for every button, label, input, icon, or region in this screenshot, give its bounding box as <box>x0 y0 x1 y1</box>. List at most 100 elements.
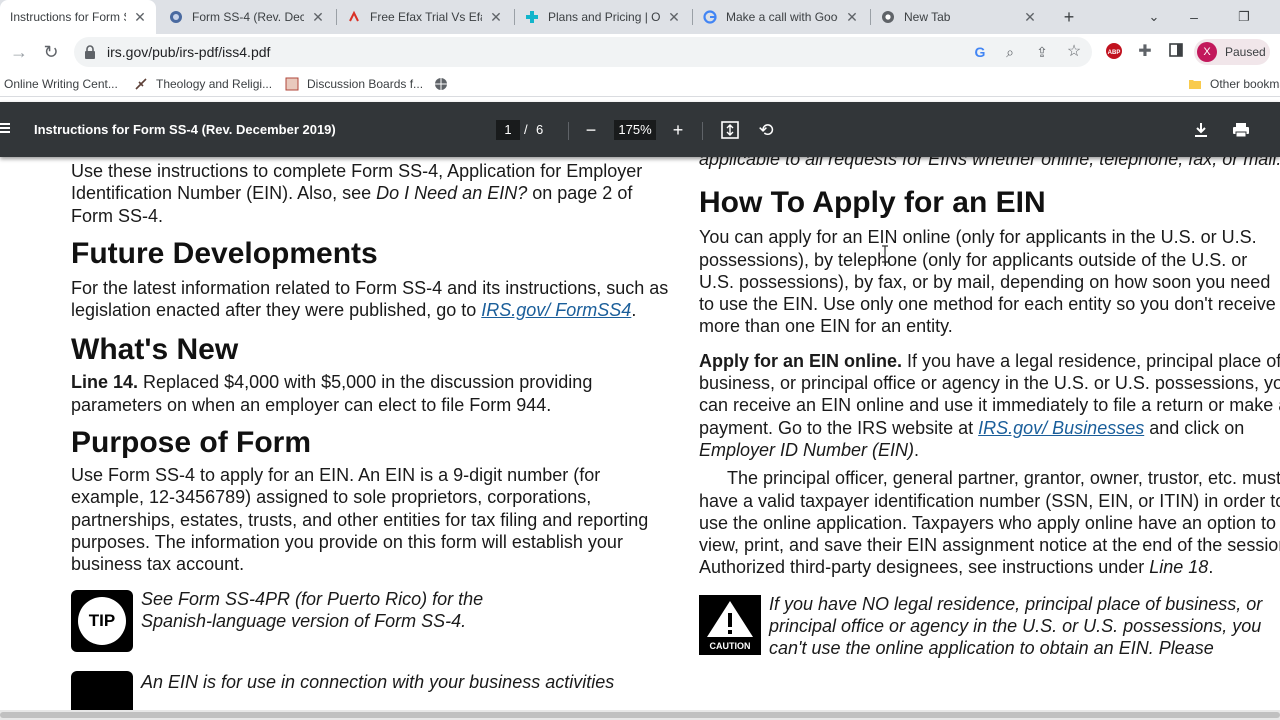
caution-text: If you have NO legal residence, principa… <box>769 593 1263 659</box>
svg-text:ABP: ABP <box>1108 50 1121 56</box>
future-end: . <box>631 300 637 321</box>
side-panel-icon[interactable] <box>1166 42 1186 62</box>
back-arrow-icon[interactable]: → <box>6 39 32 65</box>
tab-separator <box>514 9 515 25</box>
tab-separator <box>692 9 693 25</box>
bookmark-discussion-boards[interactable]: Discussion Boards f... <box>285 75 423 93</box>
page-total: 6 <box>536 122 544 137</box>
scrollbar-thumb[interactable] <box>0 712 1280 718</box>
close-icon[interactable]: ✕ <box>310 9 326 25</box>
bookmark-label: Theology and Religi... <box>156 77 273 91</box>
share-icon[interactable]: ⇪ <box>1032 42 1052 62</box>
sidebar-menu-icon[interactable] <box>0 121 10 135</box>
reload-icon[interactable]: ↻ <box>38 39 64 65</box>
tab-title: Instructions for Form SS-4 <box>10 10 126 24</box>
tab-separator <box>870 9 871 25</box>
close-icon[interactable]: ✕ <box>488 9 504 25</box>
tab-google-call[interactable]: Make a call with Google ✕ <box>698 0 868 34</box>
zoom-out-icon[interactable]: − <box>578 117 604 143</box>
tip-block: TIP See Form SS-4PR (for Puerto Rico) fo… <box>71 588 671 652</box>
bookmark-online-writing[interactable]: Online Writing Cent... <box>4 75 118 93</box>
bookmark-theology[interactable]: Theology and Religi... <box>134 75 272 93</box>
tip-label: TIP <box>78 596 126 645</box>
browser-toolbar: → ↻ irs.gov/pub/irs-pdf/iss4.pdf G ⌕ ⇪ ☆… <box>0 34 1280 70</box>
google-icon <box>702 9 718 25</box>
tip-icon: TIP <box>71 589 133 652</box>
line-18-italic: Line 18 <box>1149 557 1209 578</box>
page-separator: / <box>524 122 528 137</box>
irs-businesses-link[interactable]: IRS.gov/ Businesses <box>978 418 1144 438</box>
apply-online-paragraph: Apply for an EIN online. If you have a l… <box>699 350 1280 461</box>
address-bar[interactable]: irs.gov/pub/irs-pdf/iss4.pdf G ⌕ ⇪ ☆ <box>74 37 1092 67</box>
line-14-label: Line 14. <box>71 372 139 393</box>
rotate-icon[interactable]: ⟲ <box>753 117 779 143</box>
efax-icon <box>346 9 362 25</box>
other-bookmarks[interactable]: Other bookmarks <box>1188 75 1280 93</box>
profile-button[interactable]: X Paused <box>1194 39 1270 65</box>
fit-to-page-icon[interactable] <box>717 117 743 143</box>
caution-block: CAUTION If you have NO legal residence, … <box>699 593 1280 663</box>
pdf-toolbar: Instructions for Form SS-4 (Rev. Decembe… <box>0 102 1280 157</box>
globe-icon <box>435 78 447 90</box>
more-options-icon[interactable]: ⋮ <box>1268 117 1280 143</box>
heading-whats-new: What's New <box>71 333 239 367</box>
zoom-icon[interactable]: ⌕ <box>1000 42 1020 62</box>
note-icon <box>71 670 133 710</box>
plus-icon <box>524 9 540 25</box>
tab-plans-pricing[interactable]: Plans and Pricing | Online ✕ <box>520 0 690 34</box>
whats-new-paragraph: Line 14. Replaced $4,000 with $5,000 in … <box>71 371 671 416</box>
profile-status: Paused <box>1225 45 1266 59</box>
heading-purpose-of-form: Purpose of Form <box>71 426 312 460</box>
right-column: applicable to all requests for EINs whet… <box>699 157 1280 663</box>
tab-strip: Instructions for Form SS-4 ✕ Form SS-4 (… <box>0 0 1280 34</box>
irs-formss4-link[interactable]: IRS.gov/ FormSS4 <box>481 300 631 320</box>
text-cursor-icon <box>882 245 888 263</box>
download-icon[interactable] <box>1188 117 1214 143</box>
heading-future-developments: Future Developments <box>71 236 378 270</box>
continued-paragraph: applicable to all requests for EINs whet… <box>699 157 1280 169</box>
tab-instructions-form-ss4[interactable]: Instructions for Form SS-4 ✕ <box>0 0 156 34</box>
bookmark-label: Online Writing Cent... <box>4 77 118 91</box>
close-icon[interactable]: ✕ <box>666 9 682 25</box>
warning-triangle-icon <box>707 600 753 637</box>
lock-icon <box>85 45 95 59</box>
tab-title: Free Efax Trial Vs Efax <box>370 10 482 24</box>
new-tab-plus-icon[interactable]: + <box>1057 5 1081 29</box>
bookmark-star-icon[interactable]: ☆ <box>1064 42 1084 62</box>
intro-italic: Do I Need an EIN? <box>376 183 528 204</box>
tip-text: See Form SS-4PR (for Puerto Rico) for th… <box>141 588 484 631</box>
tab-new-tab[interactable]: New Tab ✕ <box>876 0 1046 34</box>
url-text[interactable]: irs.gov/pub/irs-pdf/iss4.pdf <box>107 44 270 60</box>
other-bookmarks-label: Other bookmarks <box>1210 77 1280 91</box>
avatar: X <box>1197 42 1217 62</box>
board-icon <box>285 77 299 91</box>
page-number-input[interactable]: 1 <box>496 120 520 140</box>
tab-form-ss4[interactable]: Form SS-4 (Rev. December 2019) ✕ <box>164 0 334 34</box>
tab-search-chevron-icon[interactable]: ⌄ <box>1142 5 1166 29</box>
apply-online-end: . <box>914 439 920 460</box>
bookmark-globe[interactable] <box>434 75 456 93</box>
folder-icon <box>1189 80 1201 89</box>
bookmarks-bar: Online Writing Cent... Theology and Reli… <box>0 70 1280 97</box>
google-translate-icon[interactable]: G <box>970 42 990 62</box>
restore-icon[interactable]: ❐ <box>1232 5 1256 29</box>
irs-seal-icon <box>168 9 184 25</box>
print-icon[interactable] <box>1228 117 1254 143</box>
principal-officer-paragraph: The principal officer, general partner, … <box>699 467 1280 578</box>
close-icon[interactable]: ✕ <box>132 9 148 25</box>
apply-online-text2: and click on <box>1144 417 1245 438</box>
adblock-icon[interactable]: ABP <box>1104 42 1124 62</box>
officer-end: . <box>1208 557 1214 578</box>
heading-how-to-apply: How To Apply for an EIN <box>699 186 1046 220</box>
pdf-page: Use these instructions to complete Form … <box>0 157 1280 710</box>
close-icon[interactable]: ✕ <box>1022 9 1038 25</box>
zoom-in-icon[interactable]: + <box>665 117 691 143</box>
apply-online-label: Apply for an EIN online. <box>699 350 903 371</box>
toolbar-divider <box>702 122 703 140</box>
minimize-icon[interactable]: – <box>1182 5 1206 29</box>
caution-icon: CAUTION <box>699 594 761 655</box>
extensions-puzzle-icon[interactable]: ✚ <box>1135 42 1155 62</box>
close-icon[interactable]: ✕ <box>844 9 860 25</box>
zoom-level-input[interactable]: 175% <box>614 120 656 140</box>
tab-efax[interactable]: Free Efax Trial Vs Efax ✕ <box>342 0 512 34</box>
